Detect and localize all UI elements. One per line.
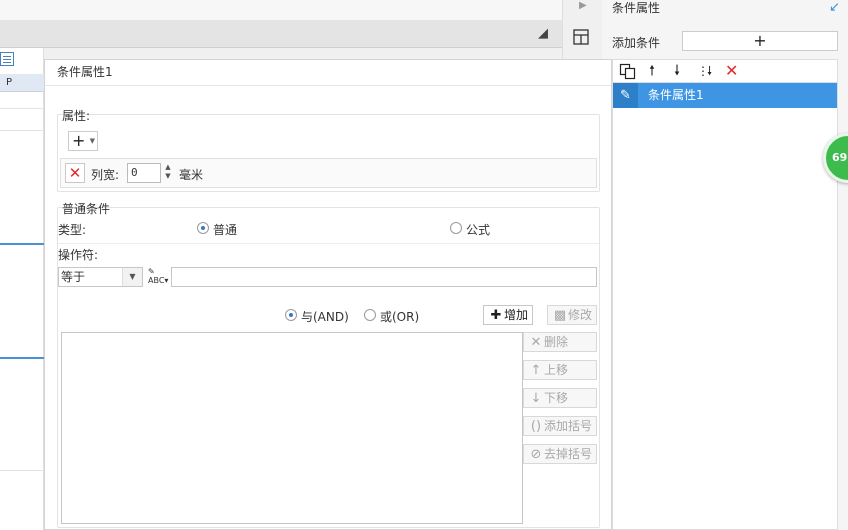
type-label: 类型: [58,223,87,237]
add-condition-button[interactable]: + [682,31,838,51]
plus-icon: + [72,131,86,150]
add-button[interactable]: ✚ 增加 [483,305,533,325]
chevron-down-icon[interactable]: ▼ [122,268,142,286]
header-divider [45,85,611,86]
condition-expression-list[interactable] [61,332,523,524]
operator-value: 等于 [61,270,86,284]
column-width-label: 列宽: [91,168,120,182]
unit-label: 毫米 [179,168,204,182]
sheet-selection-line [0,357,44,359]
remove-bracket-button[interactable]: ⊘ 去掉括号 [523,444,597,464]
radio-formula-label[interactable]: 公式 [466,221,490,238]
sheet-row-line [0,108,44,109]
condition-list-item[interactable]: ✎ 条件属性1 [613,83,837,108]
move-up-icon[interactable]: 🠕 [649,62,655,80]
sort-icon[interactable]: ⋮🠗 [697,62,712,80]
dialog-title: 条件属性1 [57,65,113,79]
sheet-row-line [0,470,44,471]
move-down-button[interactable]: ↓ 下移 [523,388,597,408]
copy-icon[interactable] [619,63,636,80]
spinner-icon[interactable]: ▲ ▼ [161,163,175,183]
sheet-selection-line [0,243,44,245]
remove-bracket-icon: ⊘ [530,447,542,462]
add-attribute-button[interactable]: + ▼ [68,131,98,151]
spreadsheet-area [0,48,44,530]
move-down-icon[interactable]: 🠗 [674,62,680,80]
condition-list [612,82,838,530]
divider [58,243,599,244]
attribute-label: 属性: [62,109,91,123]
layout-icon[interactable] [573,29,589,45]
radio-and-label[interactable]: 与(AND) [301,308,349,325]
condition-toolbar: 🠕 🠗 ⋮🠗 ✕ [612,59,838,82]
column-header[interactable]: P [0,74,44,92]
abc-format-icon[interactable]: ✎ ABC▾ [148,267,168,287]
radio-or[interactable] [364,309,376,321]
sheet-row-line [0,130,44,131]
edit-icon[interactable]: ✎ [613,83,638,108]
move-up-button[interactable]: ↑ 上移 [523,360,597,380]
column-width-input[interactable]: 0 [127,163,161,183]
operator-label: 操作符: [58,248,99,262]
grid-icon[interactable] [0,52,14,66]
condition-value-input[interactable] [171,267,597,287]
bracket-icon: () [530,419,542,434]
delete-icon[interactable]: ✕ [725,62,738,80]
operator-select[interactable]: 等于 ▼ [58,267,143,287]
collapse-icon[interactable]: ↙ [829,0,840,15]
plus-icon: ✚ [490,308,502,323]
add-bracket-button[interactable]: () 添加括号 [523,416,597,436]
radio-normal[interactable] [197,222,209,234]
radio-normal-label[interactable]: 普通 [213,221,237,238]
editor-toolbar [0,20,562,48]
condition-item-label: 条件属性1 [648,88,704,102]
radio-and[interactable] [285,309,297,321]
general-condition-label: 普通条件 [62,202,111,216]
modify-button[interactable]: ▩ 修改 [547,305,597,325]
expand-arrow-icon[interactable]: ▶ [579,0,587,11]
format-icon[interactable]: ◢ [538,26,548,41]
chevron-down-icon: ▼ [89,137,95,145]
delete-button[interactable]: ✕ 删除 [523,332,597,352]
add-condition-label: 添加条件 [612,36,661,50]
arrow-up-icon: ↑ [530,363,542,378]
modify-icon: ▩ [553,308,567,323]
editor-top-bar [0,0,562,20]
delete-attribute-button[interactable]: ✕ [65,163,85,183]
arrow-down-icon: ↓ [530,391,542,406]
close-icon: ✕ [530,335,542,350]
panel-title: 条件属性 [612,1,661,15]
radio-formula[interactable] [450,222,462,234]
radio-or-label[interactable]: 或(OR) [380,308,419,325]
